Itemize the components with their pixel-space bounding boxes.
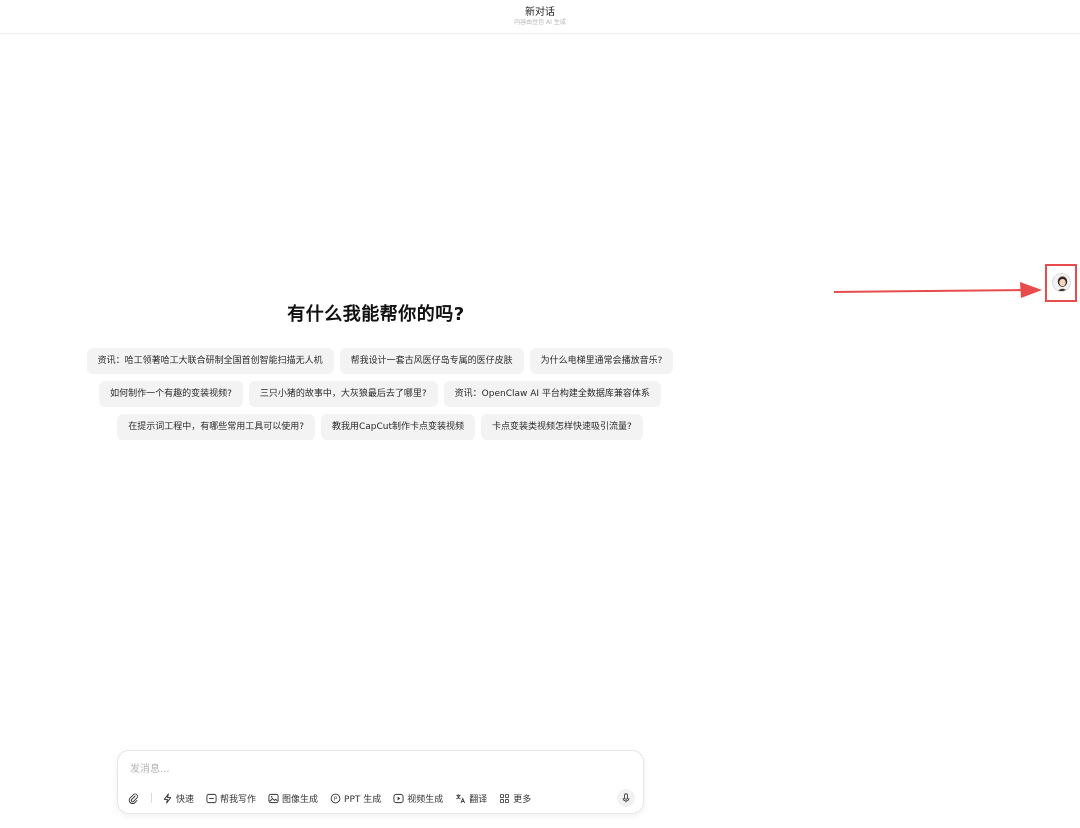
ai-disclaimer: 内容由豆包 AI 生成 bbox=[514, 19, 566, 26]
play-icon bbox=[393, 793, 404, 803]
svg-text:P: P bbox=[334, 796, 338, 802]
suggestion-row-1: 资讯：哈工领著哈工大联合研制全国首创智能扫描无人机 帮我设计一套古风医仔岛专属的… bbox=[0, 348, 760, 374]
annotation-highlight-box bbox=[1045, 264, 1077, 302]
user-avatar-icon bbox=[1057, 276, 1068, 291]
top-bar: 新对话 内容由豆包 AI 生成 bbox=[0, 0, 1080, 34]
annotation-arrow bbox=[834, 282, 1042, 298]
suggestion-chip[interactable]: 为什么电梯里通常会播放音乐? bbox=[529, 348, 674, 374]
lightning-icon bbox=[163, 792, 172, 804]
suggestion-chip[interactable]: 卡点变装类视频怎样快速吸引流量? bbox=[481, 414, 643, 440]
suggestion-chip[interactable]: 在提示词工程中，有哪些常用工具可以使用? bbox=[117, 414, 315, 440]
video-generation-button[interactable]: 视频生成 bbox=[393, 792, 443, 805]
welcome-heading: 有什么我能帮你的吗? bbox=[287, 304, 465, 325]
translate-button[interactable]: 翻译 bbox=[455, 792, 487, 805]
ppt-icon: P bbox=[330, 793, 341, 803]
suggestion-chip[interactable]: 教我用CapCut制作卡点变装视频 bbox=[320, 414, 476, 440]
composer-toolbar: 快速 帮我写作 图像生成 P PPT 生成 视频生成 翻译 更多 bbox=[128, 789, 543, 807]
ppt-generation-label: PPT 生成 bbox=[344, 794, 382, 805]
writing-label: 帮我写作 bbox=[220, 794, 257, 805]
suggestion-chip[interactable]: 帮我设计一套古风医仔岛专属的医仔皮肤 bbox=[339, 348, 524, 374]
suggestion-row-2: 如何制作一个有趣的变装视频? 三只小猪的故事中，大灰狼最后去了哪里? 资讯：Op… bbox=[0, 381, 760, 407]
suggestion-chip[interactable]: 如何制作一个有趣的变装视频? bbox=[99, 381, 243, 407]
suggestion-chip[interactable]: 三只小猪的故事中，大灰狼最后去了哪里? bbox=[248, 381, 438, 407]
fast-mode-button[interactable]: 快速 bbox=[162, 792, 194, 805]
voice-input-button[interactable] bbox=[617, 789, 635, 807]
translate-label: 翻译 bbox=[469, 794, 488, 805]
suggestion-chip[interactable]: 资讯：OpenClaw AI 平台构建全数据库兼容体系 bbox=[443, 381, 661, 407]
translate-icon bbox=[456, 793, 466, 803]
avatar[interactable] bbox=[1052, 273, 1071, 292]
message-input[interactable] bbox=[130, 761, 610, 777]
image-icon bbox=[268, 793, 279, 803]
more-button[interactable]: 更多 bbox=[499, 792, 531, 805]
grid-icon bbox=[500, 793, 510, 803]
image-generation-button[interactable]: 图像生成 bbox=[268, 792, 318, 805]
video-generation-label: 视频生成 bbox=[407, 794, 444, 805]
fast-mode-label: 快速 bbox=[176, 794, 195, 805]
suggestion-chip[interactable]: 资讯：哈工领著哈工大联合研制全国首创智能扫描无人机 bbox=[86, 348, 334, 374]
ppt-generation-button[interactable]: P PPT 生成 bbox=[330, 792, 381, 805]
attach-button[interactable] bbox=[128, 793, 139, 804]
suggestion-row-3: 在提示词工程中，有哪些常用工具可以使用? 教我用CapCut制作卡点变装视频 卡… bbox=[0, 414, 760, 440]
more-label: 更多 bbox=[513, 794, 532, 805]
conversation-title: 新对话 bbox=[525, 7, 555, 18]
toolbar-divider bbox=[151, 793, 152, 803]
message-composer: 快速 帮我写作 图像生成 P PPT 生成 视频生成 翻译 更多 bbox=[117, 750, 644, 814]
paperclip-icon bbox=[128, 793, 138, 804]
writing-button[interactable]: 帮我写作 bbox=[206, 792, 256, 805]
pen-icon bbox=[206, 793, 217, 803]
image-generation-label: 图像生成 bbox=[282, 794, 319, 805]
microphone-icon bbox=[622, 793, 630, 803]
